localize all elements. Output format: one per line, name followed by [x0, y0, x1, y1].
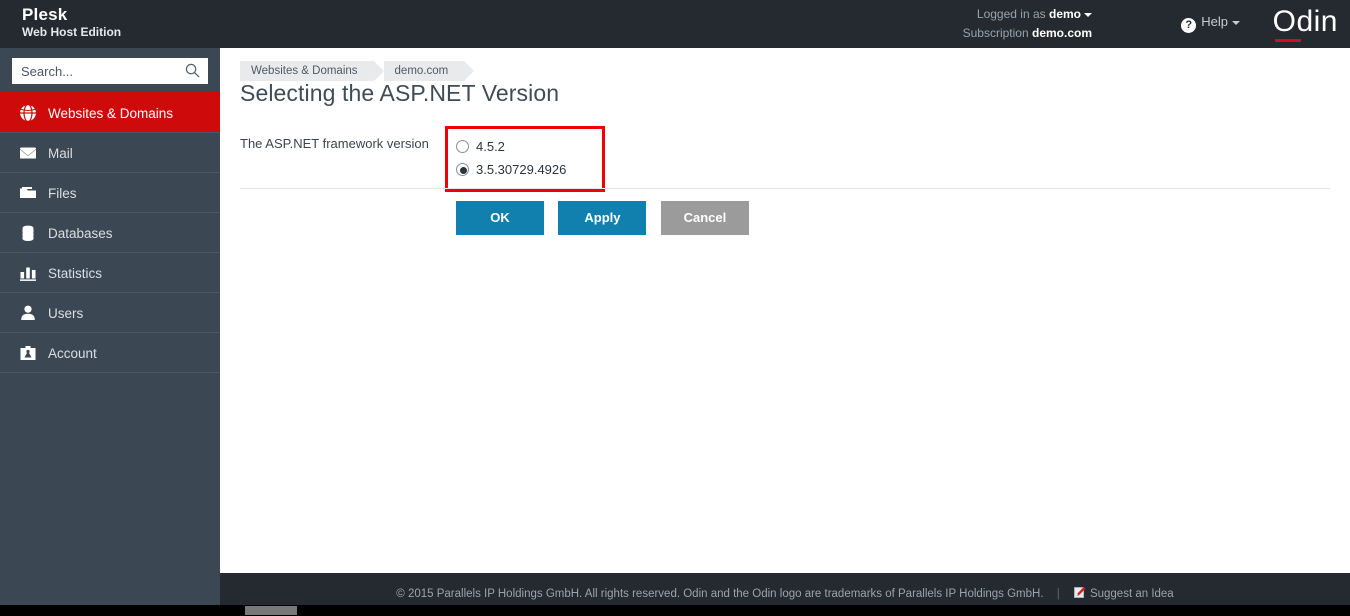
search-input[interactable] [12, 58, 208, 84]
sidebar-item-label: Users [48, 306, 84, 321]
scrollbar-thumb[interactable] [245, 606, 297, 615]
sidebar-item-databases[interactable]: Databases [0, 212, 220, 253]
aspnet-version-label: The ASP.NET framework version [240, 136, 429, 151]
radio-label: 3.5.30729.4926 [476, 162, 567, 177]
suggest-an-idea-link[interactable]: Suggest an Idea [1073, 586, 1174, 600]
search-container [0, 48, 220, 93]
brand-logo[interactable]: Plesk Web Host Edition [22, 5, 121, 40]
logged-in-username: demo [1048, 7, 1081, 21]
radio-label: 4.5.2 [476, 139, 505, 154]
horizontal-scrollbar[interactable] [0, 605, 1350, 616]
note-pencil-icon [1073, 575, 1086, 598]
breadcrumb: Websites & Domains demo.com [240, 61, 474, 81]
globe-icon [18, 103, 38, 123]
search-box[interactable] [12, 58, 208, 84]
radio-button-selected[interactable] [456, 163, 469, 176]
section-divider [240, 188, 1330, 189]
top-header-bar: Plesk Web Host Edition Logged in as demo… [0, 0, 1350, 48]
page-title: Selecting the ASP.NET Version [240, 80, 560, 106]
footer-copyright: © 2015 Parallels IP Holdings GmbH. All r… [396, 588, 1044, 600]
search-icon[interactable] [185, 63, 200, 78]
breadcrumb-item-websites-domains[interactable]: Websites & Domains [240, 61, 384, 81]
sidebar-item-users[interactable]: Users [0, 292, 220, 333]
odin-logo-underline [1274, 39, 1301, 42]
breadcrumb-item-domain[interactable]: demo.com [383, 61, 474, 81]
sidebar-item-statistics[interactable]: Statistics [0, 252, 220, 293]
subscription-row: Subscription demo.com [963, 24, 1092, 43]
ok-button[interactable]: OK [456, 201, 544, 235]
left-sidebar: Websites & Domains Mail Files [0, 48, 220, 616]
radio-option-452[interactable]: 4.5.2 [456, 135, 594, 158]
odin-logo-text: Odin [1272, 5, 1338, 38]
apply-button[interactable]: Apply [558, 201, 647, 235]
briefcase-icon [18, 343, 38, 363]
bar-chart-icon [18, 263, 38, 283]
chevron-down-icon[interactable] [1232, 20, 1240, 25]
sidebar-item-mail[interactable]: Mail [0, 132, 220, 173]
user-icon [18, 303, 38, 323]
brand-edition: Web Host Edition [22, 25, 122, 39]
database-icon [18, 223, 38, 243]
chevron-down-icon[interactable] [1084, 12, 1092, 17]
aspnet-version-radio-group: 4.5.2 3.5.30729.4926 [445, 126, 605, 192]
sidebar-item-label: Mail [48, 146, 73, 161]
suggest-an-idea-label: Suggest an Idea [1089, 588, 1174, 600]
sidebar-item-label: Statistics [48, 266, 103, 281]
sidebar-item-label: Account [48, 346, 97, 361]
cancel-button[interactable]: Cancel [660, 201, 749, 235]
envelope-icon [18, 143, 38, 163]
sidebar-nav: Websites & Domains Mail Files Databases … [0, 92, 220, 373]
sidebar-bottom-fill [0, 573, 220, 605]
subscription-value: demo.com [1031, 26, 1092, 40]
main-content-area: Websites & Domains demo.com Selecting th… [220, 48, 1350, 616]
sidebar-item-account[interactable]: Account [0, 332, 220, 373]
plesk-app-window: Plesk Web Host Edition Logged in as demo… [0, 0, 1350, 616]
breadcrumb-label: Websites & Domains [251, 65, 358, 77]
brand-name: Plesk [22, 5, 68, 24]
logged-in-label: Logged in as [976, 7, 1046, 21]
breadcrumb-label: demo.com [394, 65, 449, 77]
sidebar-item-websites-domains[interactable]: Websites & Domains [0, 92, 220, 133]
help-label: Help [1201, 14, 1228, 29]
help-menu[interactable]: ? Help [1181, 14, 1240, 33]
odin-logo[interactable]: Odin [1273, 6, 1338, 42]
sidebar-item-label: Databases [48, 226, 113, 241]
sidebar-item-label: Websites & Domains [48, 106, 174, 121]
footer-separator: | [1056, 588, 1060, 600]
account-info: Logged in as demo Subscription demo.com [963, 5, 1092, 43]
radio-button[interactable] [456, 140, 469, 153]
radio-option-35[interactable]: 3.5.30729.4926 [456, 158, 594, 181]
question-circle-icon: ? [1181, 18, 1197, 33]
form-action-buttons: OK Apply Cancel [456, 201, 759, 235]
sidebar-item-files[interactable]: Files [0, 172, 220, 213]
sidebar-item-label: Files [48, 186, 77, 201]
logged-in-row[interactable]: Logged in as demo [963, 5, 1092, 24]
subscription-label: Subscription [962, 26, 1029, 40]
folder-icon [18, 183, 38, 203]
